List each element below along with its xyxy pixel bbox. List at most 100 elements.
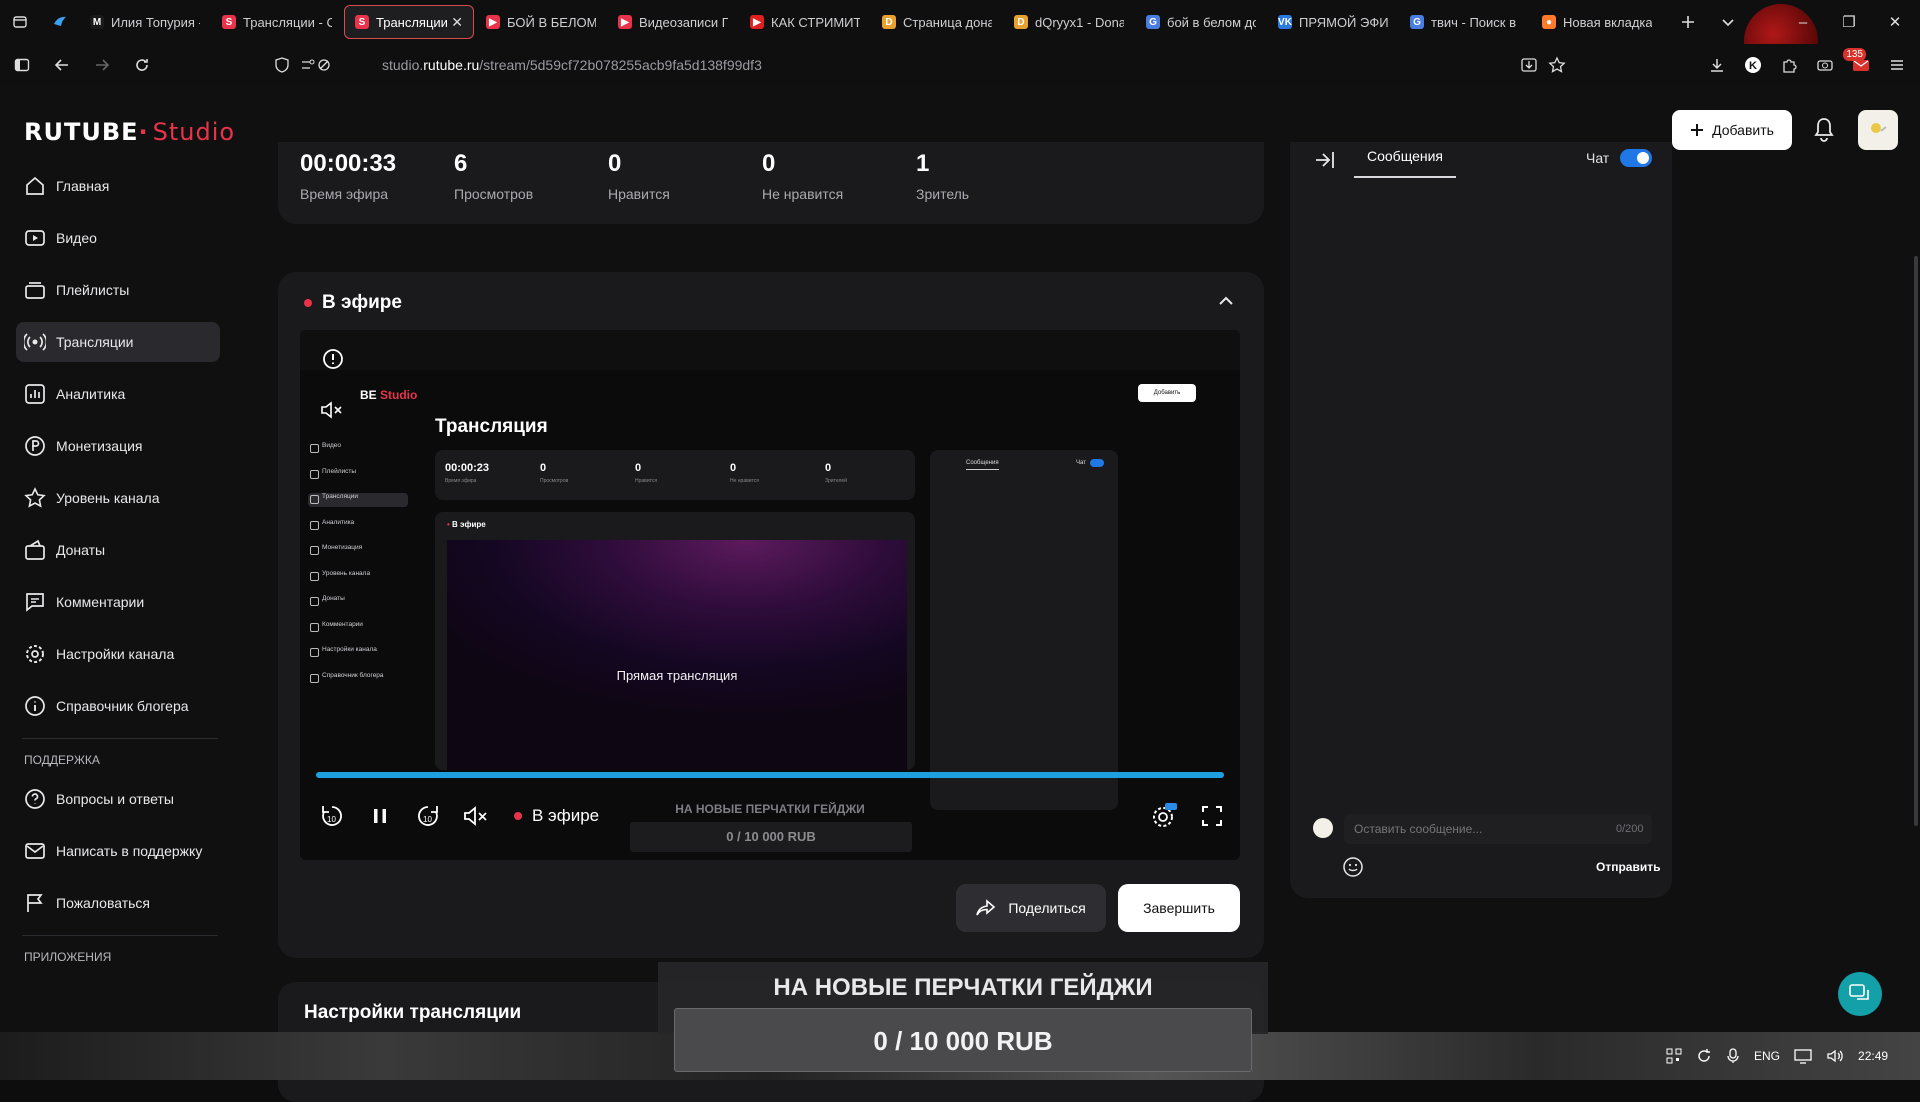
address-field[interactable]: studio.rutube.ru/stream/5d59cf72b078255a…: [382, 57, 762, 73]
clock[interactable]: 22:49: [1858, 1049, 1888, 1063]
sidebar-item-question[interactable]: Вопросы и ответы: [16, 779, 220, 819]
tab-strip: M Илия Топурия - S Трансляции - С S Трансляци…: [80, 0, 1664, 44]
chat-toggle[interactable]: [1620, 149, 1652, 167]
extension-camera-icon[interactable]: [1812, 52, 1838, 78]
bookmark-star-icon[interactable]: [1548, 56, 1566, 74]
sidebar-item-home[interactable]: Главная: [16, 166, 220, 206]
close-window-button[interactable]: ✕: [1872, 13, 1918, 31]
sidebar-item-star[interactable]: Уровень канала: [16, 478, 220, 518]
preview-chat-toggle: [1090, 459, 1104, 467]
browser-tab[interactable]: S Трансляции - ✕: [344, 5, 474, 39]
display-icon[interactable]: [1794, 1048, 1812, 1064]
rewind-button[interactable]: 10: [316, 800, 348, 832]
restore-button[interactable]: ❐: [1826, 13, 1872, 31]
forward-10-button[interactable]: 10: [412, 800, 444, 832]
browser-tab[interactable]: D Страница донат: [872, 5, 1002, 39]
back-button[interactable]: [44, 44, 80, 86]
sidebar-item-donate[interactable]: Донаты: [16, 530, 220, 570]
tab-overview-button[interactable]: [0, 0, 40, 44]
sidebar-item-broadcast[interactable]: Трансляции: [16, 322, 220, 362]
sidebar-item-analytics[interactable]: Аналитика: [16, 374, 220, 414]
minimize-button[interactable]: –: [1780, 14, 1826, 31]
reload-button[interactable]: [124, 44, 160, 86]
page-scrollbar[interactable]: [1914, 256, 1918, 826]
sync-icon[interactable]: [1696, 1048, 1712, 1064]
close-tab-icon[interactable]: ✕: [451, 14, 463, 31]
sidebar-item-monetization[interactable]: Монетизация: [16, 426, 220, 466]
sidebar-item-playlist[interactable]: Плейлисты: [16, 270, 220, 310]
player-progress-bar[interactable]: [316, 772, 1224, 778]
browser-tab[interactable]: ● Новая вкладка: [1532, 5, 1662, 39]
downloads-icon[interactable]: [1704, 52, 1730, 78]
sidebar-item-settings[interactable]: Настройки канала: [16, 634, 220, 674]
extensions-puzzle-icon[interactable]: [1776, 52, 1802, 78]
tab-overview-icon: [13, 16, 27, 28]
sidebar-item-label: Трансляции: [56, 334, 134, 350]
shield-icon[interactable]: [274, 57, 290, 73]
browser-tab[interactable]: VK ПРЯМОЙ ЭФИР: [1268, 5, 1398, 39]
collapse-chat-icon[interactable]: [1314, 150, 1336, 170]
forward-button[interactable]: [84, 44, 120, 86]
pause-button[interactable]: [364, 800, 396, 832]
preview-sidebar-item: Аналитика: [308, 519, 408, 533]
preview-stat: 00:00:23 Время эфира: [445, 462, 490, 484]
browser-tab[interactable]: Gбой в белом до: [1136, 5, 1266, 39]
browser-tab[interactable]: ▶ Видеозаписи ПГ: [608, 5, 738, 39]
sidebar-toggle-button[interactable]: [4, 44, 40, 86]
video-player[interactable]: BE Studio Добавить Видео Плейлисты Трансля…: [300, 330, 1240, 860]
new-tab-button[interactable]: [1668, 0, 1708, 44]
url-prefix: studio.: [382, 57, 424, 73]
sidebar-item-comments[interactable]: Комментарии: [16, 582, 220, 622]
sidebar-item-info[interactable]: Справочник блогера: [16, 686, 220, 726]
mute-button[interactable]: [460, 800, 492, 832]
end-stream-button[interactable]: Завершить: [1118, 884, 1240, 932]
collapse-chevron-up-icon[interactable]: [1218, 296, 1234, 306]
browser-tab[interactable]: ▶ КАК СТРИМИТЬ: [740, 5, 870, 39]
sidebar-item-label: Монетизация: [56, 438, 143, 454]
rutube-studio-logo[interactable]: RUTUBE· Studio: [24, 118, 235, 146]
quality-settings-button[interactable]: [1148, 800, 1180, 832]
playlist-icon: [24, 279, 46, 301]
language-indicator[interactable]: ENG: [1754, 1049, 1780, 1063]
sidebar-item-label: Видео: [56, 230, 97, 246]
user-avatar[interactable]: [1858, 110, 1898, 150]
tab-messages[interactable]: Сообщения: [1354, 148, 1456, 178]
player-alert-icon[interactable]: [322, 348, 344, 370]
player-live-indicator: В эфире: [514, 806, 599, 826]
volume-icon[interactable]: [1826, 1048, 1844, 1064]
preview-chat-tab: Сообщения: [966, 460, 999, 470]
extension-k-icon[interactable]: K: [1740, 52, 1766, 78]
preview-sidebar-item: Настройки канала: [308, 646, 408, 660]
emoji-icon[interactable]: [1342, 856, 1364, 878]
browser-tab[interactable]: DdQryyx1 - Dona: [1004, 5, 1134, 39]
chat-panel: Сообщения Чат 0/200 Отправить: [1290, 142, 1672, 898]
microphone-icon[interactable]: [1726, 1048, 1740, 1064]
add-button[interactable]: Добавить: [1672, 110, 1792, 150]
preview-page-title: Трансляция: [435, 416, 548, 437]
tab-list-button[interactable]: [1708, 0, 1748, 44]
share-button[interactable]: Поделиться: [956, 884, 1106, 932]
support-chat-icon: [1849, 984, 1869, 1000]
send-button[interactable]: Отправить: [1596, 860, 1660, 874]
player-mute-icon[interactable]: [320, 400, 344, 420]
chat-message-input[interactable]: [1344, 814, 1652, 844]
qr-icon[interactable]: [1666, 1048, 1682, 1064]
preview-live-title: • В эфире: [447, 520, 486, 529]
browser-tab[interactable]: S Трансляции - С: [212, 5, 342, 39]
support-chat-button[interactable]: [1838, 972, 1882, 1016]
browser-tab[interactable]: M Илия Топурия -: [80, 5, 210, 39]
fullscreen-button[interactable]: [1196, 800, 1228, 832]
sidebar-item-flag[interactable]: Пожаловаться: [16, 883, 220, 923]
browser-tab[interactable]: Gтвич - Поиск в: [1400, 5, 1530, 39]
site-permissions-icon[interactable]: [300, 57, 332, 73]
sidebar-item-mail[interactable]: Написать в поддержку: [16, 831, 220, 871]
install-app-icon[interactable]: [1520, 56, 1538, 74]
browser-tab[interactable]: ▶ БОЙ В БЕЛОМ Д: [476, 5, 606, 39]
pinned-tab[interactable]: [40, 0, 80, 44]
stat-value: 1: [916, 150, 930, 177]
broadcast-icon: [24, 331, 46, 353]
notifications-bell-icon[interactable]: [1812, 116, 1836, 144]
sidebar-item-video[interactable]: Видео: [16, 218, 220, 258]
menu-icon[interactable]: [1884, 52, 1910, 78]
tab-title: БОЙ В БЕЛОМ Д: [507, 14, 596, 30]
